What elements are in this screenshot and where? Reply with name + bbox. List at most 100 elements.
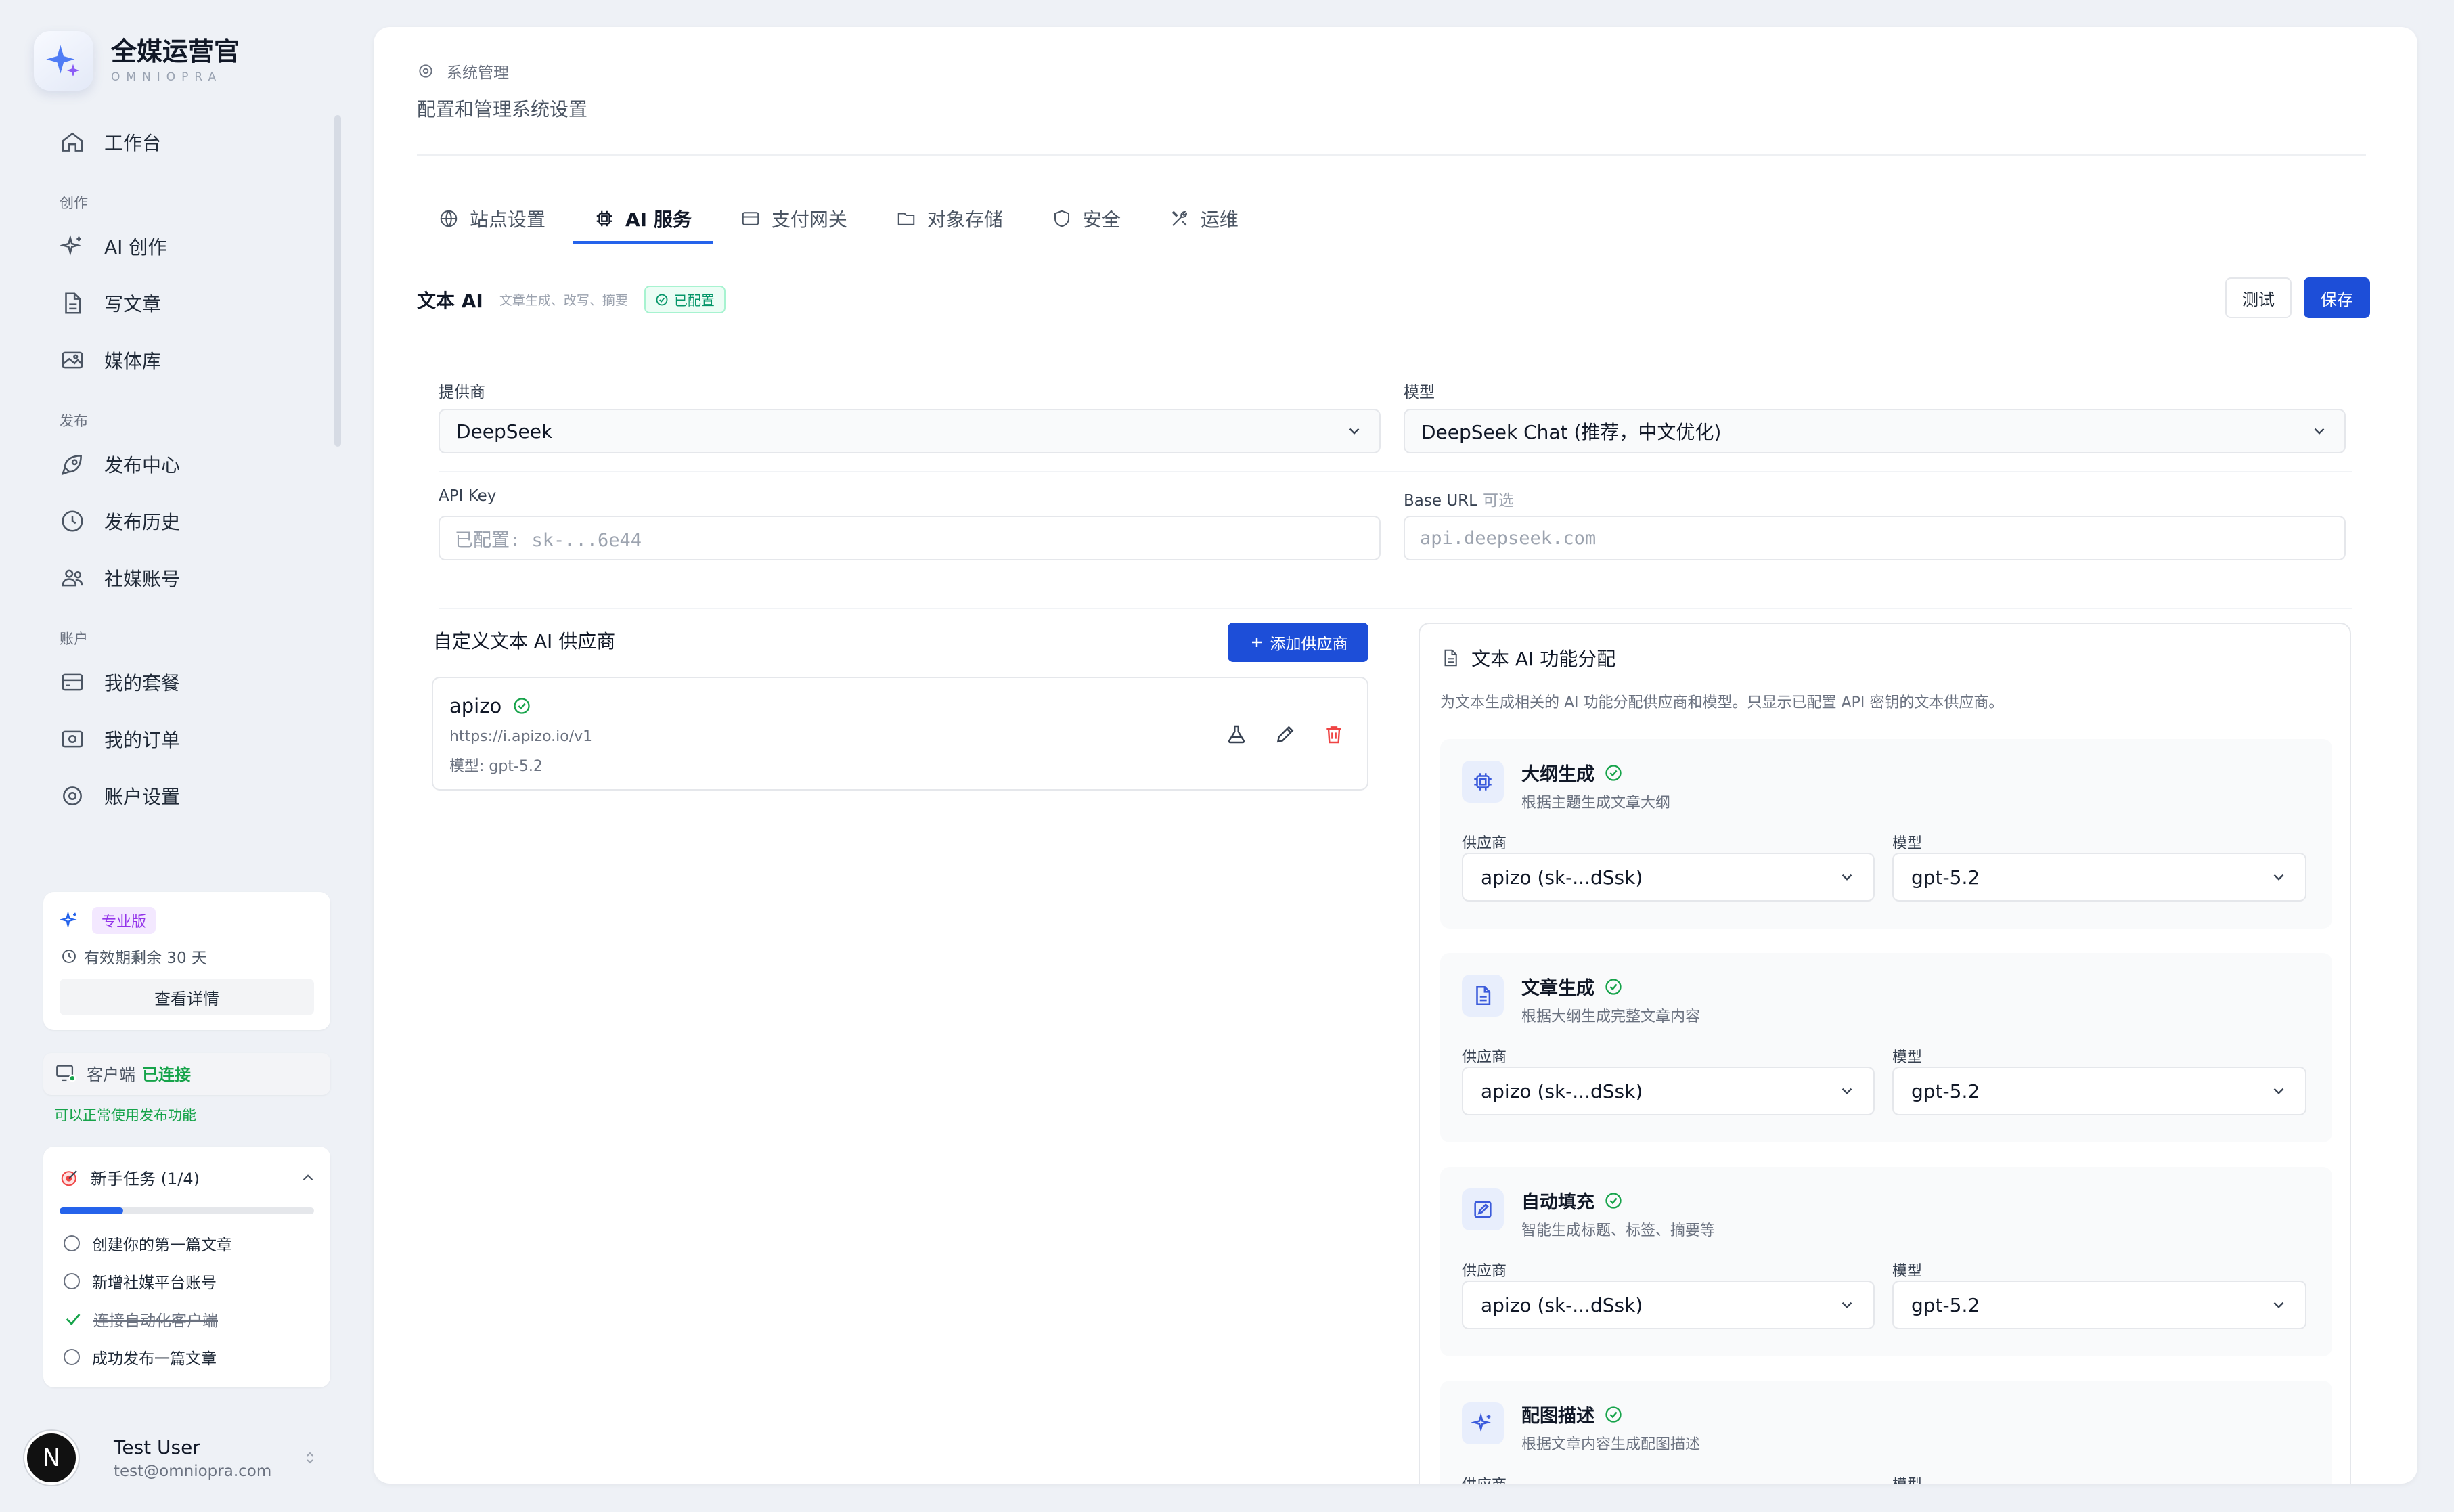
provider-name: apizo [449, 694, 502, 717]
sidebar-item-workbench[interactable]: 工作台 [41, 114, 325, 171]
sidebar-item-settings[interactable]: 账户设置 [41, 768, 325, 824]
check-circle-icon [1605, 1406, 1622, 1423]
header-divider [417, 154, 2366, 156]
tasks-toggle[interactable]: 新手任务 (1/4) [60, 1165, 317, 1189]
model-label: 模型 [1404, 384, 1435, 401]
rocket-icon [61, 455, 82, 476]
chevron-down-icon [2273, 1088, 2284, 1094]
section-title: 文本 AI [417, 289, 483, 312]
settings-icon [63, 786, 82, 805]
user-menu[interactable]: N Test User test@omniopra.com [24, 1431, 322, 1485]
tab-payment[interactable]: 支付网关 [740, 194, 847, 244]
function-provider-select[interactable]: apizo (sk-...dSsk) [1462, 1281, 1875, 1329]
baseurl-label: Base URL 可选 [1404, 487, 1514, 510]
breadcrumb[interactable]: 系统管理 [447, 60, 509, 83]
sidebar-item-write[interactable]: 写文章 [41, 275, 325, 332]
sidebar-item-label: 我的套餐 [104, 672, 181, 694]
tab-site[interactable]: 站点设置 [439, 194, 545, 244]
check-circle-icon [514, 698, 530, 714]
clock-icon [62, 950, 76, 963]
edit-provider-button[interactable] [1270, 719, 1301, 750]
check-circle-icon [1605, 764, 1622, 781]
model-value: DeepSeek Chat (推荐，中文优化) [1421, 421, 1722, 443]
sidebar: 全媒运营官 OMNIOPRA 工作台 创作 AI 创作 写文章 媒体库 发布 发… [0, 0, 352, 1512]
function-model-select[interactable]: gpt-5.2 [1892, 1281, 2306, 1329]
function-card-outline: 大纲生成 根据主题生成文章大纲 供应商 模型 apizo (sk-...dSsk… [1440, 739, 2332, 929]
sparkles-icon [60, 910, 77, 929]
test-provider-button[interactable] [1221, 719, 1252, 750]
task-item[interactable]: 成功发布一篇文章 [64, 1346, 217, 1369]
apikey-input[interactable]: 已配置: sk-...6e44 [439, 516, 1381, 560]
delete-provider-button[interactable] [1318, 719, 1349, 750]
client-status-card: 客户端 已连接 [43, 1053, 330, 1095]
pencil-icon [1276, 726, 1294, 743]
plus-icon [1251, 638, 1262, 647]
task-item[interactable]: 新增社媒平台账号 [64, 1270, 217, 1293]
status-badge: 已配置 [644, 286, 726, 313]
check-circle-icon [1605, 978, 1622, 995]
function-model-select[interactable]: gpt-5.2 [1892, 1067, 2306, 1115]
apikey-label: API Key [439, 487, 497, 505]
globe-icon [440, 210, 458, 227]
task-item[interactable]: 创建你的第一篇文章 [64, 1232, 232, 1255]
sidebar-scrollbar[interactable] [334, 115, 341, 447]
check-icon [66, 1314, 81, 1326]
sidebar-item-plan[interactable]: 我的套餐 [41, 654, 325, 711]
cpu-icon [596, 210, 612, 227]
baseurl-placeholder: api.deepseek.com [1420, 527, 1597, 549]
circle-icon [64, 1349, 80, 1365]
sidebar-item-social[interactable]: 社媒账号 [41, 550, 325, 606]
user-email: test@omniopra.com [114, 1462, 272, 1480]
tab-security[interactable]: 安全 [1052, 194, 1121, 244]
test-button[interactable]: 测试 [2225, 277, 2292, 318]
provider-label: 提供商 [439, 384, 485, 401]
sidebar-item-media[interactable]: 媒体库 [41, 332, 325, 388]
plan-details-button[interactable]: 查看详情 [60, 979, 314, 1015]
assign-desc: 为文本生成相关的 AI 功能分配供应商和模型。只显示已配置 API 密钥的文本供… [1440, 694, 2004, 711]
task-item[interactable]: 连接自动化客户端 [64, 1308, 218, 1331]
row-divider [439, 608, 2352, 609]
edit-icon [1462, 1188, 1504, 1230]
section-desc: 文章生成、改写、摘要 [499, 293, 628, 308]
cpu-icon [1462, 761, 1504, 803]
function-desc: 根据文章内容生成配图描述 [1521, 1436, 1701, 1453]
home-icon [62, 132, 83, 152]
function-provider-label: 供应商 [1462, 1263, 1507, 1280]
app-logo[interactable]: 全媒运营官 OMNIOPRA [34, 31, 240, 91]
chevron-down-icon [2273, 1302, 2284, 1308]
provider-url: https://i.apizo.io/v1 [449, 728, 593, 745]
sparkles-icon [60, 234, 81, 257]
sidebar-item-publish-center[interactable]: 发布中心 [41, 436, 325, 493]
main-panel: 系统管理 配置和管理系统设置 站点设置 AI 服务 支付网关 对象存储 安全 运… [374, 27, 2417, 1484]
client-label: 客户端 [87, 1065, 135, 1084]
onboarding-tasks-card: 新手任务 (1/4) 创建你的第一篇文章 新增社媒平台账号 连接自动化客户端 成… [43, 1147, 330, 1387]
chevron-updown-icon [307, 1452, 313, 1464]
tab-ai-service[interactable]: AI 服务 [573, 194, 713, 244]
function-provider-select[interactable]: apizo (sk-...dSsk) [1462, 1067, 1875, 1115]
nav-section-account: 账户 [60, 631, 88, 647]
task-label: 连接自动化客户端 [93, 1312, 218, 1330]
sidebar-item-label: 发布历史 [104, 511, 181, 533]
user-name: Test User [114, 1436, 200, 1459]
provider-select[interactable]: DeepSeek [439, 409, 1381, 453]
status-text: 已配置 [673, 292, 715, 309]
add-provider-button[interactable]: 添加供应商 [1228, 623, 1368, 662]
provider-value: DeepSeek [456, 420, 553, 443]
function-desc: 根据大纲生成完整文章内容 [1521, 1008, 1701, 1025]
tab-ops[interactable]: 运维 [1169, 194, 1239, 244]
sidebar-item-ai-create[interactable]: AI 创作 [41, 218, 325, 275]
function-model-label: 模型 [1892, 1263, 1923, 1280]
function-provider-select[interactable]: apizo (sk-...dSsk) [1462, 853, 1875, 902]
save-button[interactable]: 保存 [2304, 277, 2370, 318]
sidebar-item-orders[interactable]: 我的订单 [41, 711, 325, 768]
model-select[interactable]: DeepSeek Chat (推荐，中文优化) [1404, 409, 2346, 453]
apikey-placeholder: 已配置: sk-...6e44 [455, 529, 642, 551]
tab-storage[interactable]: 对象存储 [896, 194, 1003, 244]
sparkles-icon [1462, 1402, 1504, 1444]
sidebar-item-publish-history[interactable]: 发布历史 [41, 493, 325, 550]
plan-card: 专业版 有效期剩余 30 天 查看详情 [43, 892, 330, 1030]
baseurl-input[interactable]: api.deepseek.com [1404, 516, 2346, 560]
function-model-select[interactable]: gpt-5.2 [1892, 853, 2306, 902]
provider-card: apizo https://i.apizo.io/v1 模型: gpt-5.2 [432, 677, 1368, 791]
shield-icon [1054, 210, 1069, 227]
